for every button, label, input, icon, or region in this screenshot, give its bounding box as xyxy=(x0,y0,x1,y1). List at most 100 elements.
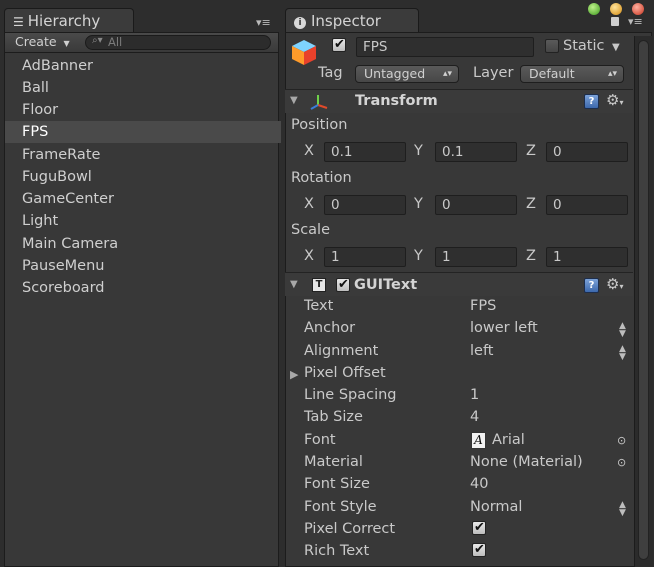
list-item[interactable]: FuguBowl xyxy=(22,169,92,185)
pixel-correct-checkbox[interactable]: ✔ xyxy=(472,521,486,535)
list-item[interactable]: GameCenter xyxy=(22,191,114,207)
lock-icon[interactable] xyxy=(611,17,619,26)
hierarchy-search-input[interactable]: ⌕▾ All xyxy=(85,35,271,50)
gear-icon[interactable]: ⚙▾ xyxy=(606,275,623,293)
tag-label: Tag xyxy=(318,65,343,81)
font-label: Font xyxy=(304,432,336,448)
list-item[interactable]: FPS xyxy=(22,124,48,140)
search-icon: ⌕▾ xyxy=(92,35,103,46)
list-item[interactable]: Ball xyxy=(22,80,49,96)
object-name-field[interactable]: FPS xyxy=(356,37,534,57)
guitext-enabled-checkbox[interactable]: ✔ xyxy=(336,278,350,292)
static-checkbox[interactable] xyxy=(545,39,559,53)
checkmark-icon: ✔ xyxy=(334,37,345,52)
axis-y-label: Y xyxy=(414,143,423,159)
anchor-label: Anchor xyxy=(304,320,356,336)
font-value[interactable]: Arial xyxy=(492,432,525,448)
foldout-expanded-icon[interactable]: ▼ xyxy=(290,279,298,290)
rotation-z-field[interactable]: 0 xyxy=(546,195,628,215)
list-item[interactable]: AdBanner xyxy=(22,58,93,74)
search-placeholder: All xyxy=(108,35,123,49)
list-item[interactable]: Scoreboard xyxy=(22,280,104,296)
hierarchy-panel-menu-icon[interactable]: ▾≡ xyxy=(256,16,271,29)
pixel-correct-label: Pixel Correct xyxy=(304,521,396,537)
alignment-label: Alignment xyxy=(304,343,379,359)
updown-arrow-icon: ▴▾ xyxy=(607,69,617,79)
help-icon[interactable]: ? xyxy=(584,94,599,109)
scale-z-field[interactable]: 1 xyxy=(546,247,628,267)
text-value[interactable]: FPS xyxy=(470,298,496,314)
object-picker-icon[interactable]: ⊙ xyxy=(617,456,626,469)
active-checkbox[interactable]: ✔ xyxy=(332,38,346,52)
info-icon: i xyxy=(294,17,306,29)
create-dropdown[interactable]: Create ▼ xyxy=(15,34,70,49)
foldout-collapsed-icon[interactable]: ▶ xyxy=(290,368,298,381)
tab-hierarchy[interactable]: ☰ Hierarchy xyxy=(4,8,134,33)
pixel-offset-label[interactable]: Pixel Offset xyxy=(304,365,386,381)
font-style-dropdown[interactable]: Normal xyxy=(470,499,522,515)
font-size-value[interactable]: 40 xyxy=(470,476,488,492)
scrollbar-thumb[interactable] xyxy=(638,40,649,560)
updown-arrow-icon: ▲ ▼ xyxy=(619,321,626,339)
transform-title: Transform xyxy=(355,93,438,109)
alignment-dropdown[interactable]: left xyxy=(470,343,494,359)
material-value[interactable]: None (Material) xyxy=(470,454,583,470)
gear-icon[interactable]: ⚙▾ xyxy=(606,91,623,109)
maximize-button[interactable] xyxy=(588,3,600,15)
position-z-field[interactable]: 0 xyxy=(546,142,628,162)
object-picker-icon[interactable]: ⊙ xyxy=(617,434,626,447)
position-x-field[interactable]: 0.1 xyxy=(324,142,406,162)
rich-text-checkbox[interactable]: ✔ xyxy=(472,543,486,557)
position-y-field[interactable]: 0.1 xyxy=(435,142,517,162)
tab-inspector[interactable]: i Inspector xyxy=(285,8,419,33)
minimize-button[interactable] xyxy=(610,3,622,15)
scale-x-field[interactable]: 1 xyxy=(324,247,406,267)
axis-z-label: Z xyxy=(526,248,536,264)
line-spacing-value[interactable]: 1 xyxy=(470,387,479,403)
font-size-label: Font Size xyxy=(304,476,370,492)
static-label: Static xyxy=(563,38,605,54)
scale-y-field[interactable]: 1 xyxy=(435,247,517,267)
text-label: Text xyxy=(304,298,334,314)
list-item[interactable]: Light xyxy=(22,213,58,229)
font-style-label: Font Style xyxy=(304,499,377,515)
static-dropdown-icon[interactable]: ▼ xyxy=(612,42,620,53)
list-item[interactable]: PauseMenu xyxy=(22,258,104,274)
list-item[interactable]: Main Camera xyxy=(22,236,118,252)
scale-label: Scale xyxy=(291,222,331,238)
axis-y-label: Y xyxy=(414,196,423,212)
checkmark-icon: ✔ xyxy=(474,520,485,535)
foldout-expanded-icon[interactable]: ▼ xyxy=(290,95,298,106)
transform-header[interactable]: ▼ Transform ? ⚙▾ xyxy=(285,89,633,113)
tab-size-value[interactable]: 4 xyxy=(470,409,479,425)
chevron-down-icon: ▼ xyxy=(63,39,70,48)
list-item[interactable]: Floor xyxy=(22,102,58,118)
anchor-dropdown[interactable]: lower left xyxy=(470,320,538,336)
guitext-component-icon: T xyxy=(312,278,326,292)
inspector-scrollbar[interactable] xyxy=(634,36,653,567)
create-label: Create xyxy=(15,34,57,49)
updown-arrow-icon: ▴▾ xyxy=(442,69,452,79)
axis-y-label: Y xyxy=(414,248,423,264)
gameobject-cube-icon xyxy=(290,38,318,66)
layer-dropdown[interactable]: Default ▴▾ xyxy=(520,65,624,83)
list-item[interactable]: FrameRate xyxy=(22,147,100,163)
rotation-x-field[interactable]: 0 xyxy=(324,195,406,215)
hierarchy-list-icon: ☰ xyxy=(13,15,24,29)
guitext-header[interactable]: ▼ T ✔ GUIText ? ⚙▾ xyxy=(285,272,633,296)
tag-value: Untagged xyxy=(364,66,426,81)
checkmark-icon: ✔ xyxy=(338,277,349,292)
updown-arrow-icon: ▲ ▼ xyxy=(619,344,626,362)
close-button[interactable] xyxy=(632,3,644,15)
inspector-panel-menu-icon[interactable]: ▾≡ xyxy=(628,15,643,28)
updown-arrow-icon: ▲ ▼ xyxy=(619,500,626,518)
checkmark-icon: ✔ xyxy=(474,542,485,557)
rich-text-label: Rich Text xyxy=(304,543,370,559)
rotation-y-field[interactable]: 0 xyxy=(435,195,517,215)
help-icon[interactable]: ? xyxy=(584,278,599,293)
tag-dropdown[interactable]: Untagged ▴▾ xyxy=(355,65,459,83)
inspector-tab-label: Inspector xyxy=(311,12,381,30)
axis-x-label: X xyxy=(304,196,314,212)
material-label: Material xyxy=(304,454,363,470)
guitext-title: GUIText xyxy=(354,277,418,293)
